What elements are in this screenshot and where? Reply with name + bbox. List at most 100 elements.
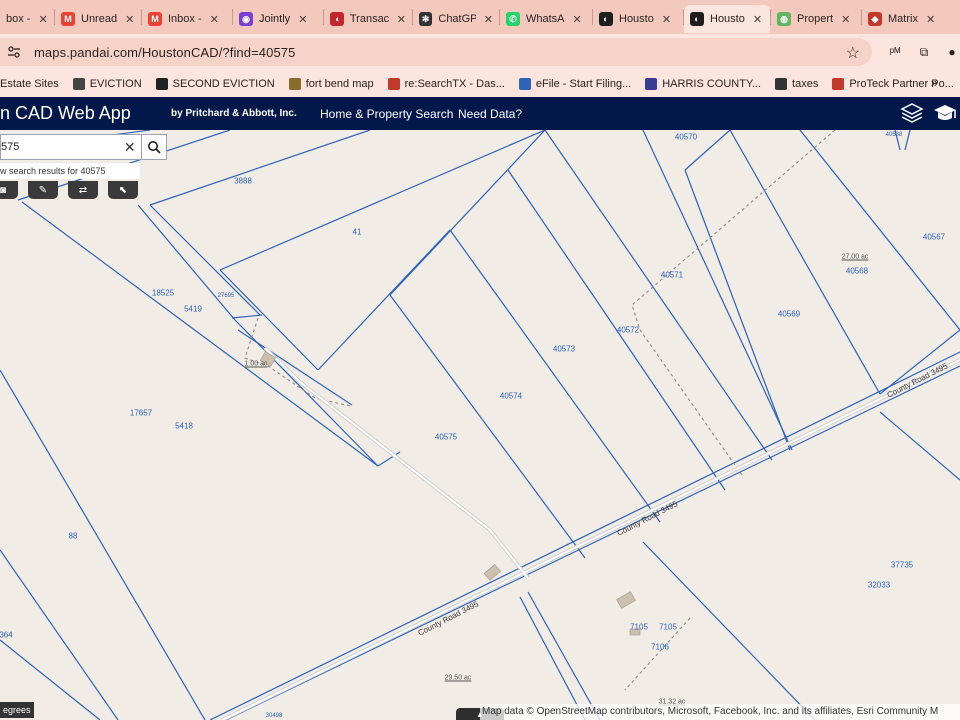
bookmark-label: taxes [792, 77, 819, 90]
browser-tab[interactable]: ✆ WhatsA ✕ [500, 5, 592, 33]
parcel-id-label[interactable]: 364 [0, 631, 13, 640]
bookmark-item[interactable]: SECOND EVICTION [155, 77, 275, 90]
proteck-icon [832, 77, 845, 90]
close-tab-icon[interactable]: ✕ [210, 13, 219, 26]
seal-icon [288, 77, 301, 90]
parcel-id-label[interactable]: 5419 [184, 305, 202, 314]
tab-label: Matrix [888, 13, 918, 25]
tab-label: Jointly [259, 13, 291, 25]
browser-tab[interactable]: ◆ Matrix ✕ [862, 5, 950, 33]
bookmark-item[interactable]: re:SearchTX - Das... [387, 77, 505, 90]
search-input[interactable] [1, 141, 119, 153]
browser-tab[interactable]: M Inbox - ✕ [142, 5, 232, 33]
parcel-id-label[interactable]: 40538 [886, 132, 903, 138]
bookmark-label: re:SearchTX - Das... [404, 77, 505, 90]
close-tab-icon[interactable]: ✕ [573, 13, 582, 26]
chatgpt-icon: ✻ [419, 12, 433, 26]
browser-tab[interactable]: ◍ Propert ✕ [771, 5, 861, 33]
close-tab-icon[interactable]: ✕ [397, 13, 406, 26]
bookmark-item[interactable]: EVICTION [72, 77, 142, 90]
browser-tab[interactable]: ◐ Housto ✕ [593, 5, 683, 33]
parcel-id-label[interactable]: 17657 [130, 409, 152, 418]
url-text[interactable]: maps.pandai.com/HoustonCAD/?find=40575 [34, 45, 295, 60]
bookmark-label: eFile - Start Filing... [535, 77, 632, 90]
bookmark-label: HARRIS COUNTY... [662, 77, 762, 90]
parcel-id-label[interactable]: 40573 [553, 345, 575, 354]
close-tab-icon[interactable]: ✕ [926, 13, 935, 26]
parcel-id-label[interactable]: 40570 [675, 133, 697, 142]
parcel-id-label[interactable]: 41 [353, 228, 362, 237]
parcel-id-label[interactable]: 40572 [617, 326, 639, 335]
url-field[interactable]: maps.pandai.com/HoustonCAD/?find=40575 ☆ [0, 38, 872, 66]
clear-search-icon[interactable]: ✕ [119, 139, 141, 156]
site-info-icon[interactable] [6, 44, 22, 60]
bookmark-item[interactable]: HARRIS COUNTY... [645, 77, 762, 90]
acreage-label: 27.00 ac [841, 253, 869, 261]
whatsapp-icon: ✆ [506, 12, 520, 26]
bookmark-item[interactable]: fort bend map [288, 77, 374, 90]
parcel-id-label[interactable]: 40569 [778, 310, 800, 319]
parcel-id-label[interactable]: 40571 [661, 271, 683, 280]
identify-tool-icon: ◙ [0, 184, 7, 196]
parcel-id-label[interactable]: 5418 [175, 422, 193, 431]
search-button[interactable] [140, 135, 166, 159]
close-tab-icon[interactable]: ✕ [125, 13, 134, 26]
close-tab-icon[interactable]: ✕ [753, 13, 762, 26]
bookmark-star-icon[interactable]: ☆ [846, 43, 860, 63]
parcel-id-label[interactable]: 40574 [500, 392, 522, 401]
close-tab-icon[interactable]: ✕ [841, 13, 850, 26]
parcel-id-label[interactable]: 27695 [218, 293, 235, 299]
select-tool-button[interactable]: ⬉ [108, 181, 138, 199]
parcel-id-label[interactable]: 40575 [435, 433, 457, 442]
parcel-id-label[interactable]: 3888 [234, 177, 252, 186]
parcel-id-label[interactable]: 7106 [651, 643, 669, 652]
parcel-id-label[interactable]: 7105 [630, 623, 648, 632]
browser-tab[interactable]: ◐ Housto ✕ [684, 5, 770, 33]
identify-tool-button[interactable]: ◙ [0, 181, 18, 199]
tab-label: Unread [81, 13, 118, 25]
harris-county-icon [645, 77, 658, 90]
parcel-id-label[interactable]: 18525 [152, 289, 174, 298]
browser-tab[interactable]: ◖ Transac ✕ [324, 5, 412, 33]
parcel-map[interactable]: 3888 41 18525 27695 5419 17657 5418 88 364 40570 4… [0, 130, 960, 720]
search-results-hint[interactable]: w search results for 40575 [0, 163, 140, 179]
scale-icon [72, 77, 85, 90]
browser-tab[interactable]: M Unread ✕ [55, 5, 141, 33]
parcel-id-label[interactable]: 40568 [846, 267, 868, 276]
nav-need-data[interactable]: Need Data? [458, 107, 522, 121]
browser-tab[interactable]: box - ✕ [0, 5, 54, 33]
close-tab-icon[interactable]: ✕ [484, 13, 493, 26]
bookmark-item[interactable]: taxes [775, 77, 819, 90]
measure-tool-button[interactable]: ✎ [28, 181, 58, 199]
parcel-id-label[interactable]: 32033 [868, 581, 890, 590]
parcel-id-label[interactable]: 30498 [266, 713, 283, 719]
close-tab-icon[interactable]: ✕ [38, 13, 47, 26]
browser-tab[interactable]: ◉ Jointly ✕ [233, 5, 323, 33]
swap-tool-icon: ⇄ [78, 184, 88, 196]
parcel-id-label[interactable]: 40567 [923, 233, 945, 242]
bookmark-item[interactable]: Estate Sites [0, 78, 59, 90]
parcel-id-label[interactable]: 7105 [659, 623, 677, 632]
profile-icon[interactable]: ● [942, 42, 960, 62]
puzzle-extension-icon[interactable]: ⧉ [914, 42, 934, 62]
taxes-icon [775, 77, 788, 90]
parcel-id-label[interactable]: 37735 [891, 561, 913, 570]
houston-cad-icon: ◐ [690, 12, 704, 26]
bookmark-item[interactable]: eFile - Start Filing... [518, 77, 632, 90]
swap-tool-button[interactable]: ⇄ [68, 181, 98, 199]
bookmarks-overflow-icon[interactable]: » [931, 75, 938, 90]
close-tab-icon[interactable]: ✕ [662, 13, 671, 26]
layers-icon[interactable] [900, 102, 924, 124]
bookmark-label: EVICTION [89, 77, 142, 90]
nav-home-property-search[interactable]: Home & Property Search [320, 107, 453, 121]
bookmarks-bar: Estate Sites EVICTION SECOND EVICTION fort … [0, 70, 960, 97]
matrix-icon: ◆ [868, 12, 882, 26]
gmail-icon: M [148, 12, 162, 26]
parcel-id-label[interactable]: 88 [69, 532, 78, 541]
pm-extension-icon[interactable]: ᵖᴹ [885, 42, 905, 62]
browser-tab[interactable]: ✻ ChatGP ✕ [413, 5, 499, 33]
education-icon[interactable] [932, 102, 958, 124]
close-tab-icon[interactable]: ✕ [298, 13, 307, 26]
globe-icon [155, 77, 168, 90]
tab-label: Housto [619, 13, 654, 25]
